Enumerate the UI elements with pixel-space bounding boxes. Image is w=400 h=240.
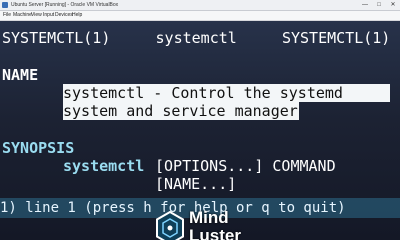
menu-bar: File Machine View Input Devices Help [0, 11, 400, 21]
minimize-button[interactable]: — [358, 0, 372, 10]
maximize-button[interactable]: □ [372, 0, 386, 10]
watermark-brand-line2: Luster [189, 226, 241, 240]
terminal-screen[interactable]: SYSTEMCTL(1) systemctl SYSTEMCTL(1) NAME… [0, 21, 400, 240]
watermark-brand-line1: Mind [189, 208, 229, 227]
menu-machine[interactable]: Machine [13, 12, 32, 19]
hexagon-logo-icon [156, 211, 184, 240]
section-synopsis-heading: SYNOPSIS [2, 139, 75, 157]
close-button[interactable]: ✕ [386, 0, 400, 10]
section-name-heading: NAME [2, 66, 39, 84]
virtualbox-icon [2, 2, 8, 8]
menu-file[interactable]: File [3, 12, 11, 19]
title-bar: Ubuntu Server [Running] - Oracle VM Virt… [0, 0, 400, 11]
menu-help[interactable]: Help [72, 12, 82, 19]
watermark-logo: Mind Luster [155, 208, 305, 240]
menu-view[interactable]: View [31, 12, 42, 19]
menu-input[interactable]: Input [43, 12, 54, 19]
synopsis-arguments: [OPTIONS...] COMMAND [155, 157, 336, 175]
name-description-line2: system and service manager [63, 102, 299, 120]
synopsis-arguments-continued: [NAME...] [155, 175, 237, 193]
window-title: Ubuntu Server [Running] - Oracle VM Virt… [11, 2, 119, 8]
man-page-header: SYSTEMCTL(1) systemctl SYSTEMCTL(1) [2, 29, 391, 47]
name-description-line1: systemctl - Control the systemd [63, 84, 390, 102]
menu-devices[interactable]: Devices [55, 12, 73, 19]
virtualbox-window: Ubuntu Server [Running] - Oracle VM Virt… [0, 0, 400, 240]
synopsis-command: systemctl [63, 157, 145, 175]
